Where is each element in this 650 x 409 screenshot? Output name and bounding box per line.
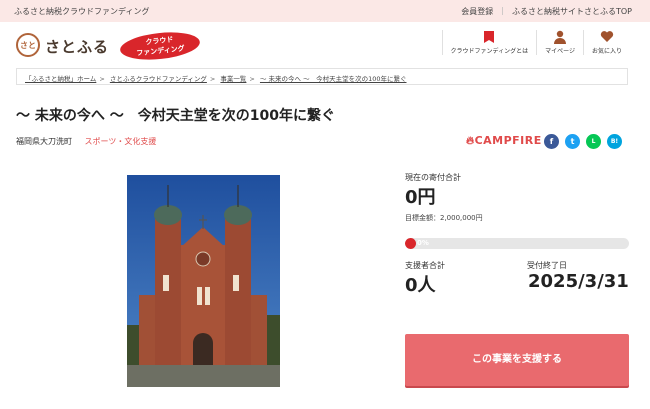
top-bar: ふるさと納税クラウドファンディング 会員登録 | ふるさと納税サイトさとふるTO…	[0, 0, 650, 22]
nav-mypage[interactable]: マイページ	[536, 30, 583, 55]
supporters-block: 支援者合計 0人	[405, 260, 445, 297]
twitter-icon[interactable]: t	[565, 134, 580, 149]
deadline-block: 受付終了日 2025/3/31	[527, 260, 629, 292]
facebook-icon[interactable]: f	[544, 134, 559, 149]
progress-fill	[405, 238, 416, 249]
nav-label: クラウドファンディングとは	[450, 48, 529, 55]
satofull-top-link[interactable]: ふるさと納税サイトさとふるTOP	[512, 6, 632, 17]
badge-line-1: クラウド	[145, 35, 174, 47]
page-title: ～ 未来の今へ ～ 今村天主堂を次の100年に繋ぐ	[16, 108, 335, 124]
breadcrumb-separator: >	[249, 75, 255, 83]
logo-mark[interactable]: さと	[16, 33, 40, 57]
logo-text[interactable]: さとふる	[45, 36, 109, 57]
breadcrumb-home[interactable]: 「ふるさと納税」ホーム	[25, 75, 96, 83]
progress-percent: 0%	[417, 239, 429, 247]
campfire-logo[interactable]: 🔥︎CAMPFIRE	[466, 134, 542, 148]
badge-line-2: ファンディング	[135, 44, 186, 58]
breadcrumb-projects[interactable]: 事業一覧	[220, 75, 246, 83]
project-image	[127, 175, 280, 387]
progress-bar: 0%	[405, 238, 629, 249]
bookmark-icon	[451, 30, 529, 46]
target-amount: 目標金額：2,000,000円	[405, 214, 483, 222]
divider: |	[501, 6, 504, 15]
top-links: 会員登録 | ふるさと納税サイトさとふるTOP	[461, 6, 632, 17]
crowdfunding-badge[interactable]: クラウド ファンディング	[118, 28, 202, 64]
register-link[interactable]: 会員登録	[461, 6, 493, 17]
project-meta: 福岡県大刀洗町 スポーツ・文化支援	[16, 136, 156, 147]
line-icon[interactable]: L	[586, 134, 601, 149]
project-category[interactable]: スポーツ・文化支援	[85, 137, 157, 146]
current-total-value: 0円	[405, 187, 436, 208]
funding-panel: 現在の寄付合計 0円 目標金額：2,000,000円 0% 支援者合計 0人 受…	[405, 172, 629, 296]
nav-label: お気に入り	[591, 48, 622, 55]
supporters-value: 0人	[405, 275, 436, 296]
breadcrumb-separator: >	[99, 75, 105, 83]
deadline-label: 受付終了日	[527, 261, 567, 270]
breadcrumb-crowdfunding[interactable]: さとふるクラウドファンディング	[110, 75, 207, 83]
nav-favorites[interactable]: お気に入り	[582, 30, 630, 55]
project-location: 福岡県大刀洗町	[16, 137, 72, 146]
supporters-label: 支援者合計	[405, 261, 445, 270]
breadcrumb: 「ふるさと納税」ホーム > さとふるクラウドファンディング > 事業一覧 > ～ 未来…	[16, 68, 628, 85]
user-icon	[545, 30, 575, 46]
support-project-button[interactable]: この事業を支援する	[405, 334, 629, 386]
share-buttons: f t L B!	[544, 134, 622, 149]
breadcrumb-current[interactable]: ～ 未来の今へ ～ 今村天主堂を次の100年に繋ぐ	[260, 75, 407, 83]
nav-about-crowdfunding[interactable]: クラウドファンディングとは	[441, 30, 537, 55]
nav-label: マイページ	[545, 48, 575, 55]
flame-icon: 🔥︎	[466, 134, 475, 147]
site-tagline: ふるさと納税クラウドファンディング	[14, 7, 150, 16]
deadline-value: 2025/3/31	[528, 271, 629, 292]
site-header: さと さとふる クラウド ファンディング クラウドファンディングとは マイページ…	[0, 22, 650, 68]
heart-icon	[592, 30, 622, 46]
campfire-wordmark: CAMPFIRE	[474, 134, 542, 147]
hatena-icon[interactable]: B!	[607, 134, 622, 149]
breadcrumb-separator: >	[209, 75, 216, 83]
current-total-label: 現在の寄付合計	[405, 173, 461, 182]
header-nav: クラウドファンディングとは マイページ お気に入り	[441, 30, 631, 55]
